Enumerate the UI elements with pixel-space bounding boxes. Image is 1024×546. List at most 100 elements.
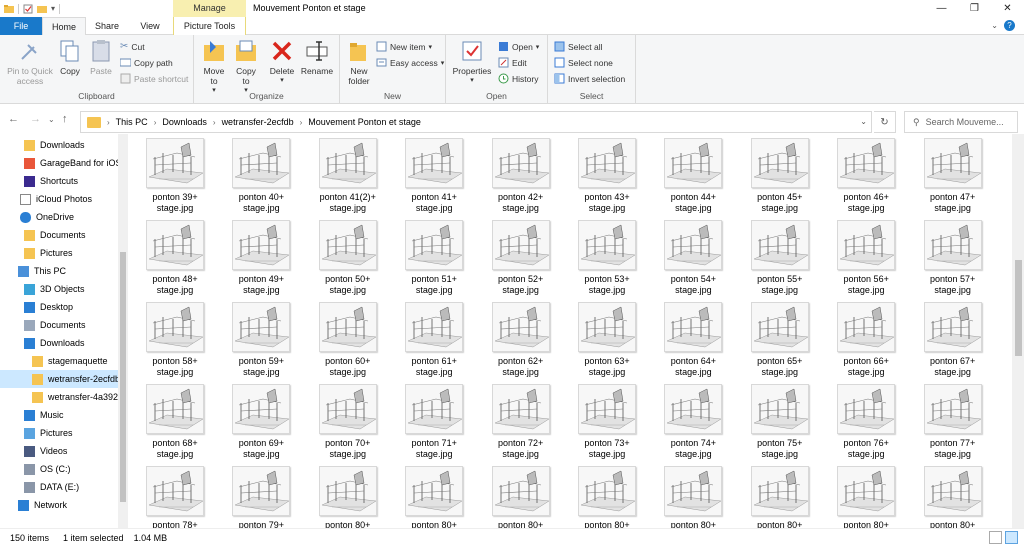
details-view-icon[interactable] — [989, 531, 1002, 544]
file-item[interactable]: ponton 55+ stage.jpg — [737, 216, 821, 298]
file-item[interactable]: ponton 58+ stage.jpg — [132, 298, 216, 380]
sidebar-item[interactable]: Shortcuts — [0, 172, 118, 190]
file-item[interactable]: ponton 62+ stage.jpg — [478, 298, 562, 380]
file-item[interactable]: ponton 78+ — [132, 462, 216, 528]
file-item[interactable]: ponton 80+ — [478, 462, 562, 528]
file-item[interactable]: ponton 69+ stage.jpg — [218, 380, 302, 462]
file-item[interactable]: ponton 44+ stage.jpg — [650, 134, 734, 216]
breadcrumb-this-pc[interactable]: This PC — [112, 117, 152, 127]
chevron-right-icon[interactable]: › — [152, 118, 159, 127]
file-item[interactable]: ponton 56+ stage.jpg — [823, 216, 907, 298]
copy-button[interactable]: Copy — [58, 39, 82, 76]
file-item[interactable]: ponton 61+ stage.jpg — [391, 298, 475, 380]
select-none-button[interactable]: Select none — [554, 55, 613, 70]
sidebar-item[interactable]: DATA (E:) — [0, 478, 118, 496]
sidebar-item[interactable]: Documents — [0, 316, 118, 334]
file-item[interactable]: ponton 80+ — [305, 462, 389, 528]
sidebar-item[interactable]: Documents — [0, 226, 118, 244]
large-icons-view-icon[interactable] — [1005, 531, 1018, 544]
rename-button[interactable]: Rename — [300, 39, 334, 76]
minimize-icon[interactable]: — — [925, 0, 958, 17]
maximize-icon[interactable]: ❐ — [958, 0, 991, 17]
file-item[interactable]: ponton 63+ stage.jpg — [564, 298, 648, 380]
chevron-down-icon[interactable]: ⌄ — [991, 21, 998, 30]
tab-picture-tools[interactable]: Picture Tools — [173, 17, 246, 35]
file-item[interactable]: ponton 46+ stage.jpg — [823, 134, 907, 216]
file-item[interactable]: ponton 80+ — [823, 462, 907, 528]
sidebar-item[interactable]: Videos — [0, 442, 118, 460]
paste-button[interactable]: Paste — [88, 39, 114, 76]
chevron-down-icon[interactable]: ⌄ — [860, 117, 867, 126]
file-item[interactable]: ponton 75+ stage.jpg — [737, 380, 821, 462]
sidebar-item[interactable]: OneDrive — [0, 208, 118, 226]
history-button[interactable]: History — [498, 71, 538, 86]
file-item[interactable]: ponton 60+ stage.jpg — [305, 298, 389, 380]
tab-home[interactable]: Home — [42, 17, 86, 36]
tab-file[interactable]: File — [0, 17, 42, 35]
file-item[interactable]: ponton 80+ — [391, 462, 475, 528]
scrollbar-thumb[interactable] — [1015, 260, 1022, 356]
up-arrow-icon[interactable]: ↑ — [62, 113, 68, 125]
chevron-right-icon[interactable]: › — [211, 118, 218, 127]
tab-manage[interactable]: Manage — [173, 0, 246, 17]
pin-button[interactable]: Pin to Quick access — [4, 39, 56, 86]
forward-arrow-icon[interactable]: → — [30, 113, 41, 125]
copy-path-button[interactable]: Copy path — [120, 55, 173, 70]
help-icon[interactable]: ? — [1004, 20, 1015, 31]
sidebar-item[interactable]: Network — [0, 496, 118, 514]
file-item[interactable]: ponton 67+ stage.jpg — [910, 298, 994, 380]
file-item[interactable]: ponton 74+ stage.jpg — [650, 380, 734, 462]
back-arrow-icon[interactable]: ← — [8, 113, 19, 125]
file-item[interactable]: ponton 80+ — [564, 462, 648, 528]
sidebar-item[interactable]: GarageBand for iOS — [0, 154, 118, 172]
sidebar-item[interactable]: Desktop — [0, 298, 118, 316]
file-item[interactable]: ponton 39+ stage.jpg — [132, 134, 216, 216]
close-icon[interactable]: ✕ — [991, 0, 1024, 17]
file-item[interactable]: ponton 72+ stage.jpg — [478, 380, 562, 462]
file-item[interactable]: ponton 52+ stage.jpg — [478, 216, 562, 298]
file-item[interactable]: ponton 70+ stage.jpg — [305, 380, 389, 462]
sidebar-item[interactable]: 3D Objects — [0, 280, 118, 298]
new-item-button[interactable]: New item ▾ — [376, 39, 432, 54]
file-item[interactable]: ponton 50+ stage.jpg — [305, 216, 389, 298]
file-item[interactable]: ponton 79+ — [218, 462, 302, 528]
file-item[interactable]: ponton 57+ stage.jpg — [910, 216, 994, 298]
file-item[interactable]: ponton 47+ stage.jpg — [910, 134, 994, 216]
sidebar-item[interactable]: wetransfer-4a392b — [0, 388, 118, 406]
breadcrumb-wetransfer[interactable]: wetransfer-2ecfdb — [218, 117, 298, 127]
breadcrumb-downloads[interactable]: Downloads — [158, 117, 211, 127]
file-item[interactable]: ponton 51+ stage.jpg — [391, 216, 475, 298]
sidebar-item[interactable]: Downloads — [0, 136, 118, 154]
sidebar-item[interactable]: Pictures — [0, 424, 118, 442]
sidebar-item[interactable]: iCloud Photos — [0, 190, 118, 208]
paste-shortcut-button[interactable]: Paste shortcut — [120, 71, 188, 86]
sidebar-item[interactable]: This PC — [0, 262, 118, 280]
file-item[interactable]: ponton 65+ stage.jpg — [737, 298, 821, 380]
file-item[interactable]: ponton 80+ — [737, 462, 821, 528]
easy-access-button[interactable]: Easy access ▾ — [376, 55, 444, 70]
sidebar-item[interactable]: wetransfer-2ecfdb — [0, 370, 118, 388]
file-item[interactable]: ponton 53+ stage.jpg — [564, 216, 648, 298]
file-item[interactable]: ponton 66+ stage.jpg — [823, 298, 907, 380]
breadcrumb-current-folder[interactable]: Mouvement Ponton et stage — [304, 117, 425, 127]
file-list-scrollbar[interactable] — [1012, 134, 1024, 528]
scrollbar-thumb[interactable] — [120, 252, 126, 502]
file-item[interactable]: ponton 45+ stage.jpg — [737, 134, 821, 216]
file-item[interactable]: ponton 54+ stage.jpg — [650, 216, 734, 298]
file-item[interactable]: ponton 41+ stage.jpg — [391, 134, 475, 216]
chevron-right-icon[interactable]: › — [105, 118, 112, 127]
sidebar-item[interactable]: Pictures — [0, 244, 118, 262]
edit-button[interactable]: Edit — [498, 55, 527, 70]
recent-locations-icon[interactable]: ⌄ — [48, 115, 55, 124]
file-item[interactable]: ponton 76+ stage.jpg — [823, 380, 907, 462]
invert-selection-button[interactable]: Invert selection — [554, 71, 625, 86]
delete-button[interactable]: Delete ▾ — [268, 39, 296, 86]
sidebar-item[interactable]: Downloads — [0, 334, 118, 352]
properties-icon[interactable] — [23, 4, 33, 14]
file-item[interactable]: ponton 80+ — [650, 462, 734, 528]
file-item[interactable]: ponton 42+ stage.jpg — [478, 134, 562, 216]
file-item[interactable]: ponton 64+ stage.jpg — [650, 298, 734, 380]
file-item[interactable]: ponton 68+ stage.jpg — [132, 380, 216, 462]
file-item[interactable]: ponton 73+ stage.jpg — [564, 380, 648, 462]
file-item[interactable]: ponton 59+ stage.jpg — [218, 298, 302, 380]
